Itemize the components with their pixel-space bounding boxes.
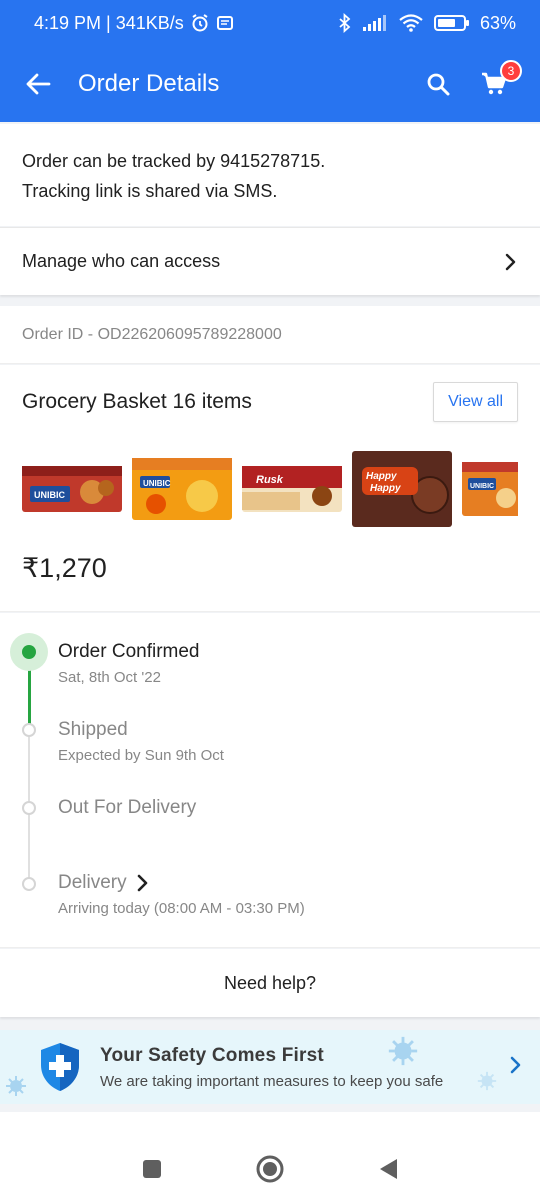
- safety-banner[interactable]: Your Safety Comes First We are taking im…: [0, 1030, 540, 1104]
- product-thumbnail[interactable]: UNIBIC: [22, 466, 122, 512]
- product-brand: UNIBIC: [470, 483, 494, 490]
- svg-text:Happy: Happy: [370, 483, 401, 494]
- basket-card: Grocery Basket 16 items View all UNIBIC: [0, 365, 540, 612]
- home-icon[interactable]: [255, 1154, 285, 1184]
- product-thumbnail[interactable]: UNIBIC: [132, 458, 232, 520]
- product-brand: UNIBIC: [143, 479, 171, 488]
- step-title: Out For Delivery: [58, 797, 197, 818]
- page-title: Order Details: [78, 70, 220, 97]
- tracking-line-1: Order can be tracked by 9415278715.: [22, 151, 326, 171]
- battery-level: 63%: [479, 12, 516, 33]
- shield-plus-icon: [41, 1043, 79, 1091]
- cart-button[interactable]: 3: [476, 60, 522, 102]
- order-id-text: Order ID - OD226206095789228000: [22, 325, 282, 343]
- status-time-speed: 4:19 PM | 341KB/s: [34, 12, 184, 33]
- need-help-button[interactable]: Need help?: [0, 949, 540, 1017]
- step-subtitle: Sat, 8th Oct '22: [58, 669, 161, 686]
- alarm-icon: [192, 14, 208, 32]
- step-title: Delivery: [58, 872, 127, 893]
- rusk-pack-icon: Rusk: [242, 466, 342, 512]
- step-title: Shipped: [58, 719, 128, 740]
- product-thumbnails[interactable]: UNIBIC UNIBIC Rusk Happy Happy UNIBIC: [22, 449, 518, 529]
- product-name: Rusk: [256, 474, 284, 486]
- timeline-dot-delivery: [22, 877, 36, 891]
- order-price: ₹1,270: [22, 553, 107, 583]
- step-subtitle: Expected by Sun 9th Oct: [58, 747, 224, 764]
- timeline-dot-confirmed: [22, 645, 36, 659]
- virus-icon: [388, 1036, 418, 1066]
- tracking-info: Order can be tracked by 9415278715. Trac…: [0, 124, 540, 226]
- manage-access-label: Manage who can access: [22, 251, 221, 271]
- timeline-step-shipped: Shipped Expected by Sun 9th Oct: [58, 719, 224, 764]
- wifi-icon: [399, 14, 423, 32]
- system-nav-bar: [0, 1138, 540, 1200]
- product-thumbnail[interactable]: Rusk: [242, 466, 342, 512]
- chevron-right-icon: [505, 253, 516, 270]
- order-id: Order ID - OD226206095789228000: [0, 306, 540, 364]
- step-subtitle: Arriving today (08:00 AM - 03:30 PM): [58, 900, 305, 917]
- product-brand: UNIBIC: [34, 490, 65, 500]
- status-bar: 4:19 PM | 341KB/s 63%: [0, 0, 540, 46]
- virus-icon: [477, 1071, 497, 1091]
- cart-count-badge: 3: [500, 60, 522, 82]
- timeline-step-delivery[interactable]: Delivery Arriving today (08:00 AM - 03:3…: [58, 872, 305, 917]
- basket-title: Grocery Basket 16 items: [22, 390, 252, 413]
- notification-icon: [216, 16, 233, 30]
- search-icon: [427, 73, 450, 96]
- biscuit-pack-icon: UNIBIC: [462, 462, 518, 516]
- timeline-dot-out-for-delivery: [22, 801, 36, 815]
- back-nav-icon[interactable]: [377, 1157, 399, 1181]
- step-title: Order Confirmed: [58, 641, 200, 662]
- battery-icon: [433, 15, 469, 31]
- biscuit-pack-icon: UNIBIC: [22, 466, 122, 512]
- cookie-pack-icon: Happy Happy: [352, 451, 452, 527]
- signal-icon: [362, 15, 386, 31]
- chevron-right-icon: [510, 1056, 521, 1074]
- manage-access-row[interactable]: Manage who can access: [0, 227, 540, 295]
- virus-icon: [6, 1076, 26, 1096]
- need-help-label: Need help?: [223, 972, 317, 993]
- order-timeline: Order Confirmed Sat, 8th Oct '22 Shipped…: [0, 613, 540, 948]
- back-button[interactable]: [0, 46, 76, 122]
- recent-apps-icon[interactable]: [141, 1158, 163, 1180]
- safety-subtitle: We are taking important measures to keep…: [100, 1072, 444, 1090]
- app-bar: Order Details 3: [0, 46, 540, 122]
- back-arrow-icon: [26, 73, 51, 95]
- view-all-button[interactable]: View all: [433, 382, 518, 422]
- timeline-step-out-for-delivery: Out For Delivery: [58, 797, 196, 819]
- svg-text:Happy: Happy: [366, 471, 397, 482]
- chevron-right-icon: [137, 874, 147, 892]
- product-thumbnail[interactable]: UNIBIC: [462, 462, 518, 516]
- timeline-step-confirmed: Order Confirmed Sat, 8th Oct '22: [58, 641, 200, 686]
- bluetooth-icon: [339, 13, 351, 33]
- timeline-dot-shipped: [22, 723, 36, 737]
- biscuit-pack-icon: UNIBIC: [132, 458, 232, 520]
- product-thumbnail[interactable]: Happy Happy: [352, 451, 452, 527]
- search-button[interactable]: [420, 66, 456, 102]
- tracking-line-2: Tracking link is shared via SMS.: [22, 181, 278, 201]
